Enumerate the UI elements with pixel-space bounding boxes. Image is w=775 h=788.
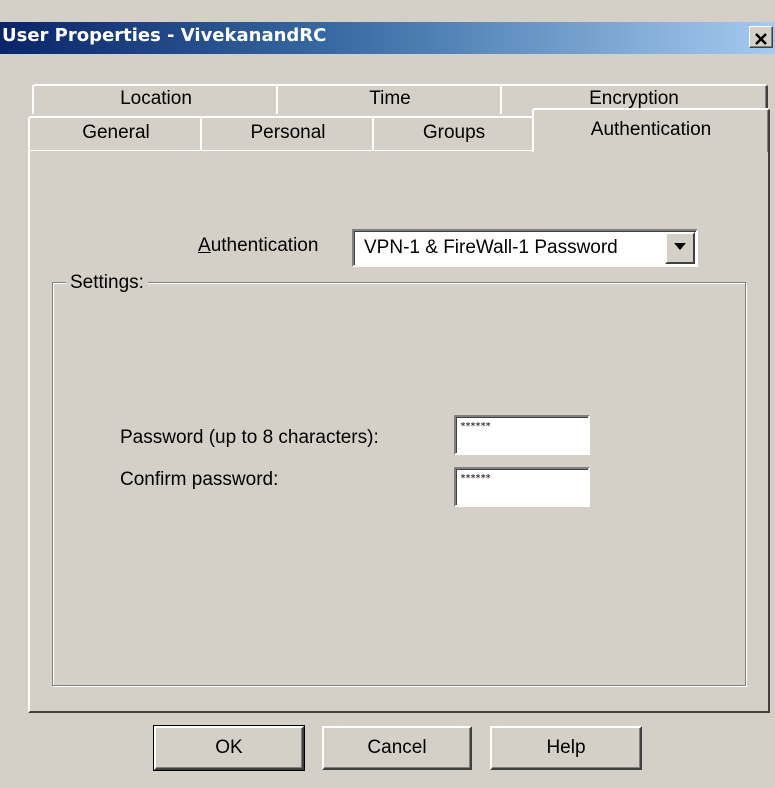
user-properties-dialog: User Properties - VivekanandRC Location … bbox=[0, 0, 775, 788]
tab-label: Authentication bbox=[590, 119, 712, 140]
ok-button[interactable]: OK bbox=[153, 725, 305, 771]
window-title: User Properties - VivekanandRC bbox=[2, 25, 327, 46]
authentication-label-rest: uthentication bbox=[210, 235, 319, 256]
tab-label: Location bbox=[120, 88, 192, 109]
tab-location[interactable]: Location bbox=[32, 84, 280, 114]
tab-general[interactable]: General bbox=[28, 116, 204, 150]
tab-label: Time bbox=[369, 88, 411, 109]
password-field[interactable]: ****** bbox=[454, 415, 590, 455]
authentication-dropdown-button[interactable] bbox=[665, 232, 695, 264]
tab-label: Personal bbox=[250, 122, 326, 143]
close-button[interactable] bbox=[749, 26, 773, 48]
password-label: Password (up to 8 characters): bbox=[120, 427, 379, 448]
settings-legend: Settings: bbox=[66, 272, 148, 294]
tab-groups[interactable]: Groups bbox=[372, 116, 536, 150]
cancel-button[interactable]: Cancel bbox=[322, 726, 472, 770]
confirm-password-label: Confirm password: bbox=[120, 469, 279, 490]
title-bar[interactable]: User Properties - VivekanandRC bbox=[0, 22, 775, 54]
authentication-select-value: VPN-1 & FireWall-1 Password bbox=[364, 237, 618, 258]
close-icon bbox=[754, 28, 768, 47]
authentication-label-accelerator: A bbox=[198, 235, 211, 256]
authentication-label: Authentication bbox=[198, 235, 318, 257]
tab-label: General bbox=[82, 122, 150, 143]
tab-authentication[interactable]: Authentication bbox=[532, 108, 770, 152]
confirm-password-field[interactable]: ****** bbox=[454, 467, 590, 507]
tab-label: Groups bbox=[422, 122, 486, 143]
help-button[interactable]: Help bbox=[490, 726, 642, 770]
authentication-select[interactable]: VPN-1 & FireWall-1 Password bbox=[352, 229, 698, 267]
tab-personal[interactable]: Personal bbox=[200, 116, 376, 150]
tab-time[interactable]: Time bbox=[276, 84, 504, 114]
